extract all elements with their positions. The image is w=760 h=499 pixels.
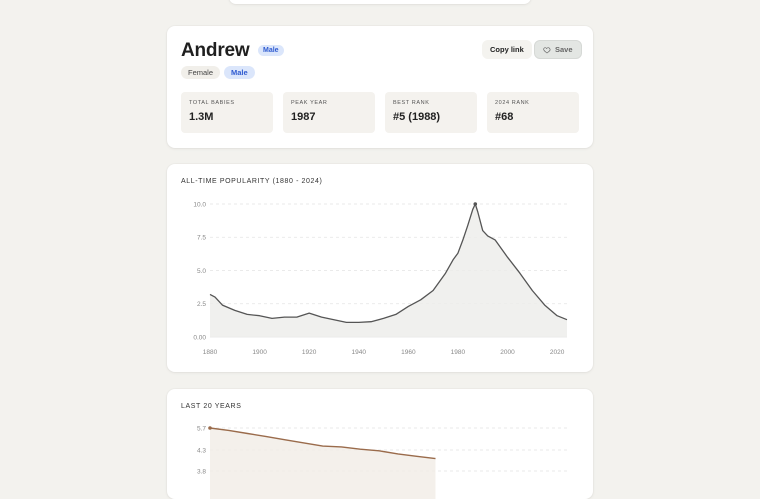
x-tick-label: 2020	[550, 349, 565, 356]
y-tick-label: 0.00	[193, 334, 206, 341]
recent-chart: 5.7 4.3 3.8	[197, 425, 567, 499]
save-label: Save	[555, 45, 573, 54]
y-tick-label: 5.0	[197, 268, 206, 275]
y-tick-label: 7.5	[197, 235, 206, 242]
stat-label: TOTAL BABIES	[189, 100, 235, 106]
save-button[interactable]: Save	[534, 40, 582, 59]
heart-icon	[543, 46, 551, 53]
stat-peak-year: PEAK YEAR 1987	[283, 92, 375, 133]
toggle-female[interactable]: Female	[181, 66, 221, 79]
name-card: Andrew Male Female Male Copy link Save T…	[167, 26, 593, 148]
stats-row: TOTAL BABIES 1.3M PEAK YEAR 1987 BEST RA…	[181, 92, 579, 133]
stat-value: #68	[495, 111, 514, 123]
stat-value: 1987	[291, 111, 316, 123]
copy-link-label: Copy link	[490, 45, 524, 54]
stat-2024-rank: 2024 RANK #68	[487, 92, 579, 133]
toggle-male[interactable]: Male	[224, 66, 255, 79]
y-tick-label: 10.0	[193, 201, 206, 208]
y-tick-label: 4.3	[197, 447, 206, 454]
popularity-chart: 0.00 2.5 5.0 7.5 10.0 1880 1900 1920 1940 1960 198…	[193, 201, 568, 356]
x-tick-label: 1940	[352, 349, 367, 356]
copy-link-button[interactable]: Copy link	[482, 40, 532, 59]
recent-area	[210, 428, 436, 499]
y-tick-label: 5.7	[197, 425, 206, 432]
x-tick-label: 1920	[302, 349, 317, 356]
x-tick-label: 2000	[500, 349, 515, 356]
stat-best-rank: BEST RANK #5 (1988)	[385, 92, 477, 133]
name-title: Andrew	[181, 40, 250, 61]
x-tick-label: 1900	[252, 349, 267, 356]
y-tick-label: 3.8	[197, 468, 206, 475]
stat-label: 2024 RANK	[495, 100, 530, 106]
gender-toggle: Female Male	[181, 66, 255, 79]
y-tick-label: 2.5	[197, 301, 206, 308]
peak-point	[473, 202, 478, 206]
stat-value: 1.3M	[189, 111, 214, 123]
recent-card: LAST 20 YEARS 5.7 4.3 3.8	[167, 389, 593, 499]
x-tick-label: 1960	[401, 349, 416, 356]
stat-total-babies: TOTAL BABIES 1.3M	[181, 92, 273, 133]
x-tick-label: 1880	[203, 349, 218, 356]
stat-label: PEAK YEAR	[291, 100, 328, 106]
popularity-card: ALL-TIME POPULARITY (1880 - 2024) 0.00 2.…	[167, 164, 593, 372]
gender-badge: Male	[258, 45, 284, 56]
stat-value: #5 (1988)	[393, 111, 441, 123]
start-point	[208, 426, 212, 430]
previous-card	[229, 0, 531, 4]
stat-label: BEST RANK	[393, 100, 430, 106]
x-tick-label: 1980	[451, 349, 466, 356]
